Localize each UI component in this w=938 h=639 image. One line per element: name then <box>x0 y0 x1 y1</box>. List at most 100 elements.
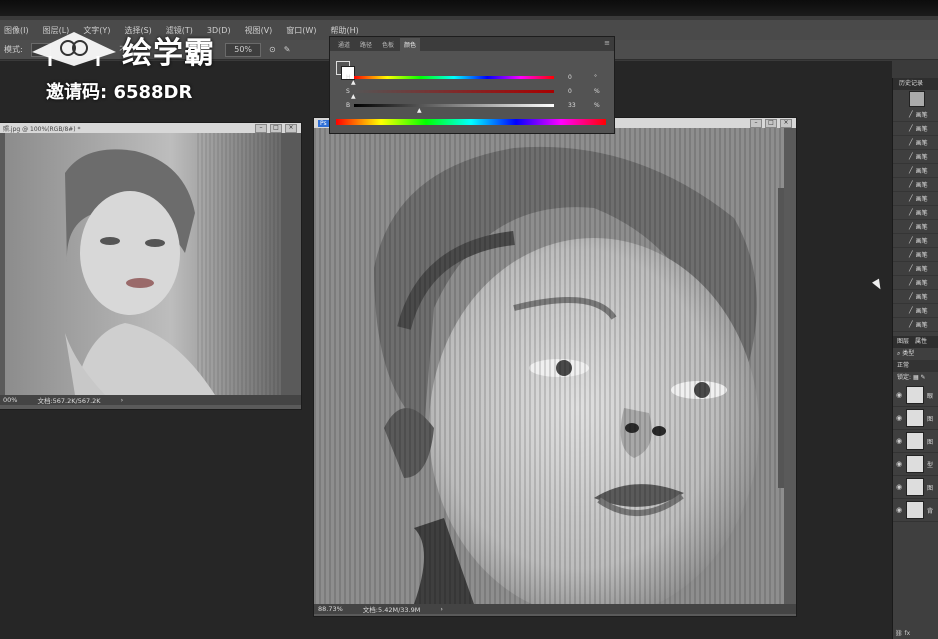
monitor-bezel <box>0 0 938 16</box>
layer-footer-icons: ⛓ fx <box>895 630 910 637</box>
layer-thumbnail <box>906 386 924 404</box>
history-item[interactable]: ╱ 画笔 <box>893 290 938 304</box>
brush-icon: ╱ <box>909 307 913 314</box>
menu-item[interactable]: 帮助(H) <box>330 25 358 36</box>
layers-list: ◉ 眼 ◉ 图 ◉ 图 ◉ 型 ◉ 图 ◉ 背 <box>893 384 938 522</box>
history-item[interactable]: ╱ 画笔 <box>893 150 938 164</box>
menu-item[interactable]: 窗口(W) <box>286 25 316 36</box>
layer-row[interactable]: ◉ 眼 <box>893 384 938 407</box>
maximize-icon[interactable]: □ <box>270 123 282 133</box>
eye-icon[interactable]: ◉ <box>895 437 903 445</box>
color-spectrum-bar[interactable] <box>336 119 606 125</box>
eye-icon[interactable]: ◉ <box>895 506 903 514</box>
status-bar: 88.73% 文档:5.42M/33.9M › <box>314 604 796 614</box>
hue-slider[interactable]: H 0 ° <box>346 73 597 81</box>
mode-label: 模式: <box>4 45 23 54</box>
hue-slider-thumb[interactable]: ▲ <box>351 79 356 86</box>
history-item[interactable]: ╱ 画笔 <box>893 206 938 220</box>
zoom-level[interactable]: 88.73% <box>318 605 343 613</box>
tab-color[interactable]: 颜色 <box>400 38 421 51</box>
history-item[interactable]: ╱ 画笔 <box>893 164 938 178</box>
flow-input[interactable]: 50% <box>225 42 262 57</box>
layer-filter[interactable]: ⌕ 类型 <box>893 348 938 360</box>
airbrush-icon[interactable]: ✎ <box>284 45 291 54</box>
menu-item[interactable]: 图像(I) <box>4 25 29 36</box>
menu-item[interactable]: 视图(V) <box>245 25 273 36</box>
eye-icon[interactable]: ◉ <box>895 414 903 422</box>
layer-row[interactable]: ◉ 背 <box>893 499 938 522</box>
document-window-reference: 照.jpg @ 100%(RGB/8#) * – □ × 00% 文档:567.… <box>0 122 302 410</box>
history-item[interactable]: ╱ 画笔 <box>893 136 938 150</box>
history-item[interactable]: ╱ 画笔 <box>893 276 938 290</box>
saturation-slider[interactable]: S 0 % <box>346 87 600 95</box>
layer-thumbnail <box>906 455 924 473</box>
maximize-icon[interactable]: □ <box>765 118 777 128</box>
minimize-icon[interactable]: – <box>255 123 267 133</box>
history-item-label: 画笔 <box>915 182 928 189</box>
layer-row[interactable]: ◉ 图 <box>893 430 938 453</box>
chevron-right-icon[interactable]: › <box>440 605 443 613</box>
history-item[interactable]: ╱ 画笔 <box>893 178 938 192</box>
minimize-icon[interactable]: – <box>750 118 762 128</box>
brightness-slider[interactable]: B 33 % <box>346 101 600 109</box>
reference-canvas[interactable] <box>5 133 281 395</box>
hue-value[interactable]: 0 <box>568 74 572 81</box>
document-size[interactable]: 文档:567.2K/567.2K <box>37 395 100 405</box>
document-title-bar[interactable]: 照.jpg @ 100%(RGB/8#) * – □ × <box>0 123 301 133</box>
history-item[interactable]: ╱ 画笔 <box>893 318 938 332</box>
tab-properties[interactable]: 属性 <box>915 336 927 348</box>
brush-icon: ╱ <box>909 293 913 300</box>
document-window-main: Ps – □ × 88.73% 文档:5.42M/33.9M › <box>313 117 797 617</box>
layer-thumbnail <box>906 432 924 450</box>
painting-canvas[interactable] <box>314 128 784 604</box>
close-icon[interactable]: × <box>780 118 792 128</box>
fx-icon[interactable]: fx <box>905 630 911 637</box>
brightness-value[interactable]: 33 <box>568 102 576 109</box>
brightness-slider-thumb[interactable]: ▲ <box>417 107 422 114</box>
history-item[interactable]: ╱ 画笔 <box>893 262 938 276</box>
layer-row[interactable]: ◉ 图 <box>893 407 938 430</box>
color-panel-tabs: 通道 路径 色板 颜色 <box>330 37 614 51</box>
eye-icon[interactable]: ◉ <box>895 483 903 491</box>
color-panel: 通道 路径 色板 颜色 H 0 ° S 0 % B 33 % ▲ ▲ ▲ ≡ <box>329 36 615 134</box>
lock-transparency-icon[interactable]: ▦ <box>913 374 919 381</box>
brush-icon: ╱ <box>909 167 913 174</box>
zoom-level[interactable]: 00% <box>3 396 17 404</box>
close-icon[interactable]: × <box>285 123 297 133</box>
history-item[interactable]: ╱ 画笔 <box>893 108 938 122</box>
saturation-value[interactable]: 0 <box>568 88 572 95</box>
tab-layers[interactable]: 图层 <box>897 336 909 348</box>
tab-paths[interactable]: 路径 <box>356 38 376 51</box>
eye-icon[interactable]: ◉ <box>895 460 903 468</box>
history-item-label: 画笔 <box>915 252 928 259</box>
history-item[interactable]: ╱ 画笔 <box>893 122 938 136</box>
history-item[interactable]: ╱ 画笔 <box>893 234 938 248</box>
document-size[interactable]: 文档:5.42M/33.9M <box>363 604 421 614</box>
brush-icon: ╱ <box>909 139 913 146</box>
lock-brush-icon[interactable]: ✎ <box>921 374 926 381</box>
history-item[interactable]: ╱ 画笔 <box>893 220 938 234</box>
eye-icon[interactable]: ◉ <box>895 391 903 399</box>
brush-icon: ╱ <box>909 223 913 230</box>
blend-mode-select[interactable]: 正常 <box>893 360 938 372</box>
history-item-label: 画笔 <box>915 168 928 175</box>
pressure-icon[interactable]: ⊙ <box>269 45 276 54</box>
history-item[interactable]: ╱ 画笔 <box>893 248 938 262</box>
history-item[interactable]: ╱ 画笔 <box>893 192 938 206</box>
snapshot-thumbnail <box>909 91 925 107</box>
saturation-slider-thumb[interactable]: ▲ <box>351 93 356 100</box>
history-item-label: 画笔 <box>915 280 928 287</box>
chevron-right-icon[interactable]: › <box>121 396 124 404</box>
history-snapshot[interactable] <box>893 90 938 108</box>
tab-swatches[interactable]: 色板 <box>378 38 398 51</box>
link-icon[interactable]: ⛓ <box>895 630 903 637</box>
tab-channels[interactable]: 通道 <box>334 38 354 51</box>
layer-name: 眼 <box>927 392 934 400</box>
brush-icon: ╱ <box>909 125 913 132</box>
history-panel-tab[interactable]: 历史记录 <box>893 78 938 90</box>
panel-menu-icon[interactable]: ≡ <box>604 39 610 47</box>
history-item[interactable]: ╱ 画笔 <box>893 304 938 318</box>
layer-row[interactable]: ◉ 图 <box>893 476 938 499</box>
layer-row[interactable]: ◉ 型 <box>893 453 938 476</box>
brush-icon: ╱ <box>909 209 913 216</box>
